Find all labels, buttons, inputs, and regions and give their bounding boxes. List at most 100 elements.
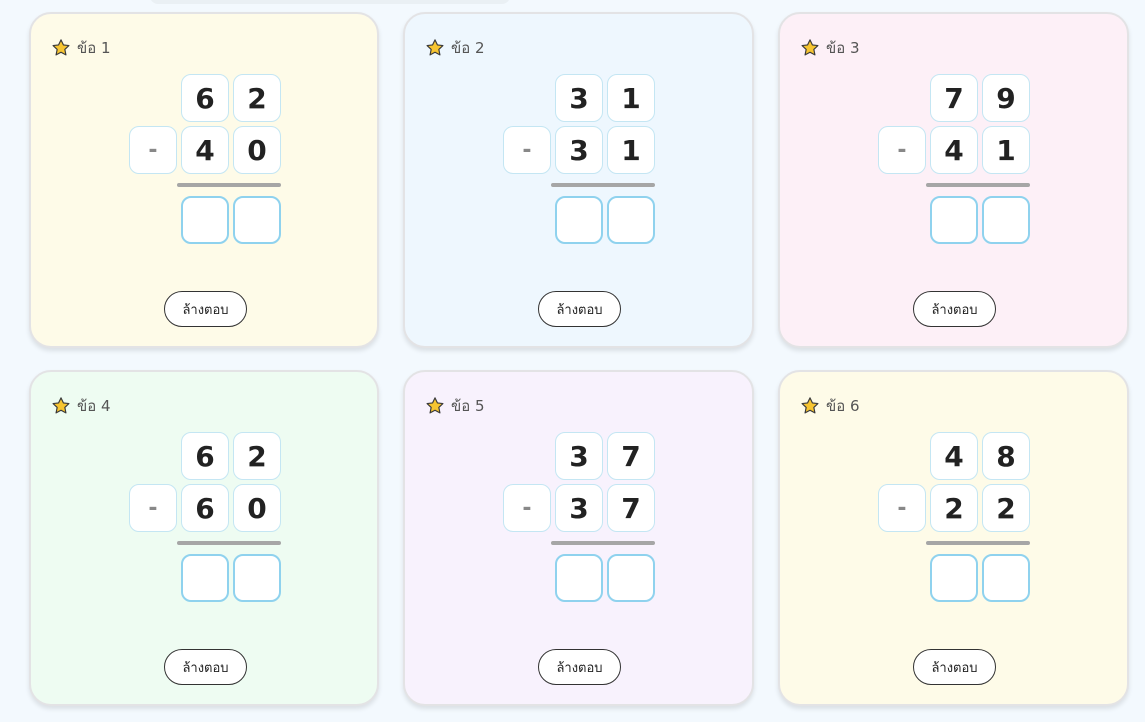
minuend-tens: 3 [555, 74, 603, 122]
star-icon [426, 39, 444, 56]
subtraction-problem: 7 9 - 4 1 [878, 74, 1032, 244]
subtrahend-tens: 3 [555, 484, 603, 532]
star-icon [52, 39, 70, 56]
problem-card-2: ข้อ 2 3 1 - 3 1 ล้างตอบ [403, 12, 754, 348]
answer-divider [551, 541, 655, 545]
minuend-tens: 6 [181, 74, 229, 122]
answer-tens-input[interactable] [930, 196, 978, 244]
answer-row [503, 196, 657, 244]
minuend-row: 3 7 [503, 432, 657, 480]
answer-divider [177, 183, 281, 187]
problem-label: ข้อ 5 [451, 397, 485, 415]
star-icon [52, 397, 70, 414]
answer-divider [926, 541, 1030, 545]
problem-header: ข้อ 1 [51, 36, 111, 60]
subtrahend-tens: 6 [181, 484, 229, 532]
problem-header: ข้อ 4 [51, 394, 111, 418]
minuend-ones: 2 [233, 432, 281, 480]
problem-card-1: ข้อ 1 6 2 - 4 0 ล้างตอบ [29, 12, 379, 348]
minus-sign: - [503, 126, 551, 174]
star-icon [801, 397, 819, 414]
subtraction-problem: 3 1 - 3 1 [503, 74, 657, 244]
answer-ones-input[interactable] [233, 196, 281, 244]
clear-answer-button[interactable]: ล้างตอบ [538, 649, 621, 685]
subtrahend-tens: 3 [555, 126, 603, 174]
subtrahend-tens: 4 [181, 126, 229, 174]
top-bar-edge [150, 0, 510, 4]
minus-sign: - [878, 126, 926, 174]
answer-ones-input[interactable] [982, 554, 1030, 602]
subtrahend-ones: 7 [607, 484, 655, 532]
clear-answer-button[interactable]: ล้างตอบ [913, 291, 996, 327]
minuend-ones: 8 [982, 432, 1030, 480]
subtraction-problem: 6 2 - 4 0 [129, 74, 283, 244]
problem-label: ข้อ 4 [77, 397, 111, 415]
problem-label: ข้อ 2 [451, 39, 485, 57]
answer-row [129, 196, 283, 244]
problem-header: ข้อ 2 [425, 36, 485, 60]
subtrahend-row: - 4 1 [878, 126, 1032, 174]
problem-card-4: ข้อ 4 6 2 - 6 0 ล้างตอบ [29, 370, 379, 706]
answer-tens-input[interactable] [555, 196, 603, 244]
subtrahend-ones: 0 [233, 126, 281, 174]
subtrahend-tens: 4 [930, 126, 978, 174]
minuend-ones: 7 [607, 432, 655, 480]
clear-answer-button[interactable]: ล้างตอบ [164, 649, 247, 685]
problem-card-5: ข้อ 5 3 7 - 3 7 ล้างตอบ [403, 370, 754, 706]
answer-divider [177, 541, 281, 545]
clear-answer-button[interactable]: ล้างตอบ [164, 291, 247, 327]
subtrahend-row: - 2 2 [878, 484, 1032, 532]
clear-answer-button[interactable]: ล้างตอบ [538, 291, 621, 327]
problem-header: ข้อ 6 [800, 394, 860, 418]
star-icon [426, 397, 444, 414]
answer-ones-input[interactable] [607, 554, 655, 602]
minus-sign: - [503, 484, 551, 532]
answer-row [503, 554, 657, 602]
answer-row [129, 554, 283, 602]
minuend-tens: 6 [181, 432, 229, 480]
problem-label: ข้อ 3 [826, 39, 860, 57]
minuend-row: 6 2 [129, 432, 283, 480]
minuend-tens: 7 [930, 74, 978, 122]
subtrahend-row: - 3 1 [503, 126, 657, 174]
minuend-tens: 3 [555, 432, 603, 480]
answer-tens-input[interactable] [181, 196, 229, 244]
minuend-ones: 9 [982, 74, 1030, 122]
subtraction-problem: 6 2 - 6 0 [129, 432, 283, 602]
answer-ones-input[interactable] [233, 554, 281, 602]
minus-sign: - [129, 126, 177, 174]
problem-grid: ข้อ 1 6 2 - 4 0 ล้างตอบ ข้อ 2 3 1 - 3 1 … [29, 12, 1129, 706]
answer-row [878, 554, 1032, 602]
problem-card-3: ข้อ 3 7 9 - 4 1 ล้างตอบ [778, 12, 1129, 348]
answer-divider [551, 183, 655, 187]
answer-ones-input[interactable] [982, 196, 1030, 244]
minuend-row: 4 8 [878, 432, 1032, 480]
answer-tens-input[interactable] [181, 554, 229, 602]
minus-sign: - [878, 484, 926, 532]
minus-sign: - [129, 484, 177, 532]
clear-answer-button[interactable]: ล้างตอบ [913, 649, 996, 685]
subtrahend-ones: 2 [982, 484, 1030, 532]
minuend-ones: 1 [607, 74, 655, 122]
answer-tens-input[interactable] [555, 554, 603, 602]
problem-header: ข้อ 5 [425, 394, 485, 418]
answer-tens-input[interactable] [930, 554, 978, 602]
problem-label: ข้อ 6 [826, 397, 860, 415]
minuend-row: 7 9 [878, 74, 1032, 122]
problem-card-6: ข้อ 6 4 8 - 2 2 ล้างตอบ [778, 370, 1129, 706]
subtrahend-row: - 3 7 [503, 484, 657, 532]
answer-row [878, 196, 1032, 244]
subtrahend-ones: 1 [982, 126, 1030, 174]
subtrahend-row: - 6 0 [129, 484, 283, 532]
minuend-row: 6 2 [129, 74, 283, 122]
answer-divider [926, 183, 1030, 187]
subtraction-problem: 4 8 - 2 2 [878, 432, 1032, 602]
minuend-tens: 4 [930, 432, 978, 480]
subtrahend-ones: 1 [607, 126, 655, 174]
problem-header: ข้อ 3 [800, 36, 860, 60]
minuend-row: 3 1 [503, 74, 657, 122]
star-icon [801, 39, 819, 56]
answer-ones-input[interactable] [607, 196, 655, 244]
minuend-ones: 2 [233, 74, 281, 122]
problem-label: ข้อ 1 [77, 39, 111, 57]
